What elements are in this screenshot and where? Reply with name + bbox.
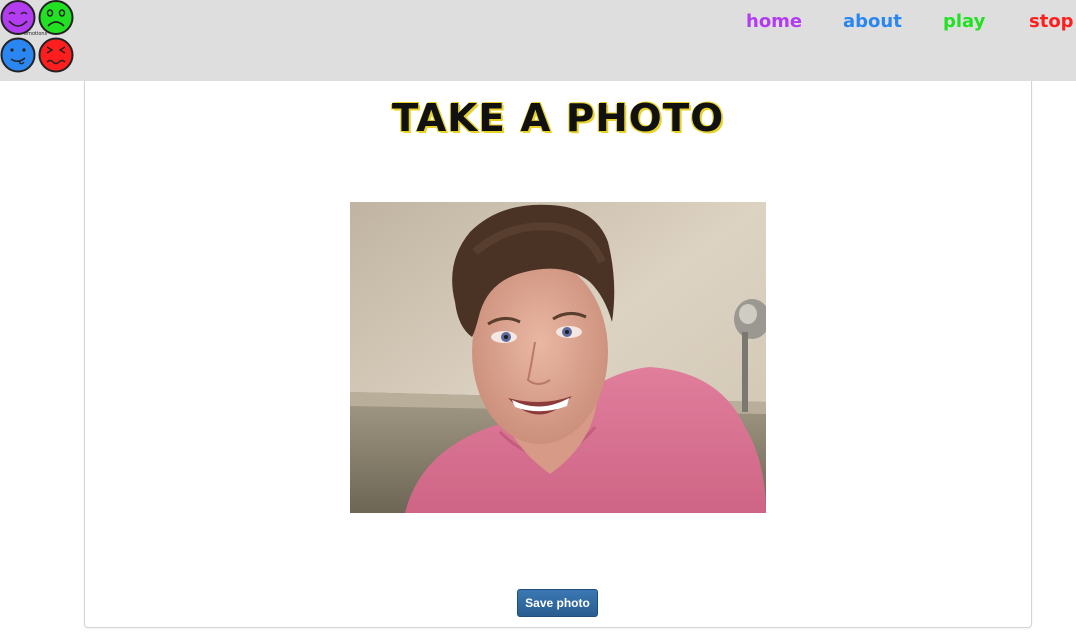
nav-link-play[interactable]: play [943, 11, 985, 32]
save-photo-button[interactable]: Save photo [517, 589, 598, 617]
page-title: TAKE A PHOTO [391, 96, 725, 140]
nav-link-about[interactable]: about [843, 11, 902, 32]
angry-face-icon [38, 37, 74, 73]
logo-text: emotions [24, 31, 48, 37]
webcam-photo [350, 202, 766, 513]
happy-face-icon [0, 0, 36, 35]
nav-link-home[interactable]: home [746, 11, 802, 32]
worried-face-icon [38, 0, 74, 35]
navbar: emotions home about play stop [0, 0, 1076, 81]
silly-face-icon [0, 37, 36, 73]
nav-link-stop[interactable]: stop [1029, 11, 1074, 32]
emotions-logo[interactable] [0, 0, 76, 74]
